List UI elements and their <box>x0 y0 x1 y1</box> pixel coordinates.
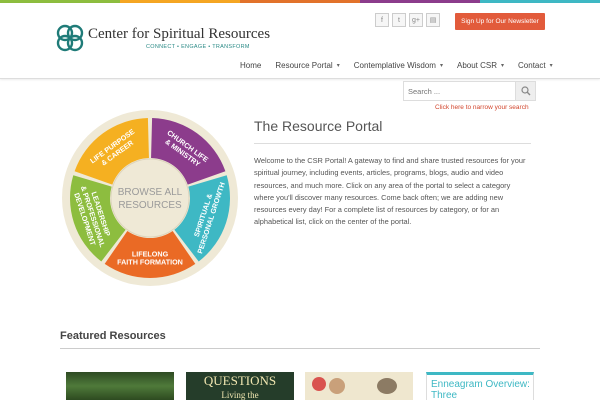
rss-icon[interactable]: ▤ <box>426 13 440 27</box>
chevron-down-icon: ▾ <box>501 63 505 69</box>
nav-item-contemplative-wisdom[interactable]: Contemplative Wisdom ▾ <box>354 61 443 70</box>
nav-item-label: Home <box>240 61 262 70</box>
chevron-down-icon: ▾ <box>439 63 443 69</box>
resource-wheel: LIFE PURPOSE& CAREER CHURCH LIFE& MINISTR… <box>62 110 238 286</box>
portal-intro-text: Welcome to the CSR Portal! A gateway to … <box>254 156 526 227</box>
featured-item-3-illustration <box>312 377 397 394</box>
facebook-icon[interactable]: f <box>375 13 389 27</box>
featured-item-2-title: QUESTIONS <box>203 373 277 388</box>
featured-item-4[interactable]: Enneagram Overview: Three <box>426 372 534 400</box>
search-button[interactable] <box>515 82 535 100</box>
nav-item-label: Contact <box>518 61 546 70</box>
google-plus-icon[interactable]: g+ <box>409 13 423 27</box>
site-logo[interactable]: Center for Spiritual Resources CONNECT •… <box>55 23 270 53</box>
search-input[interactable] <box>408 85 508 98</box>
nav-item-label: Resource Portal <box>275 61 333 70</box>
twitter-icon[interactable]: t <box>392 13 406 27</box>
chevron-down-icon: ▾ <box>336 63 340 69</box>
chevron-down-icon: ▾ <box>549 63 553 69</box>
nav-item-contact[interactable]: Contact ▾ <box>518 61 553 70</box>
search-box <box>403 81 536 101</box>
featured-item-2-subtitle: Living the <box>221 390 259 400</box>
nav-item-label: Contemplative Wisdom <box>353 61 436 70</box>
logo-name: Center for Spiritual Resources <box>88 26 271 42</box>
title-divider <box>254 143 531 144</box>
featured-divider <box>60 348 540 349</box>
nav-item-resource-portal[interactable]: Resource Portal ▾ <box>275 61 339 70</box>
featured-item-4-title: Enneagram Overview: Three <box>431 379 530 400</box>
featured-item-1[interactable] <box>66 372 174 400</box>
logo-tagline: CONNECT • ENGAGE • TRANSFORM <box>146 44 250 50</box>
nav-item-home[interactable]: Home <box>240 61 261 70</box>
narrow-search-link[interactable]: Click here to narrow your search <box>435 104 529 111</box>
nav-item-about-csr[interactable]: About CSR ▾ <box>457 61 504 70</box>
site-header: Center for Spiritual Resources CONNECT •… <box>0 3 600 79</box>
social-links: f t g+ ▤ <box>375 13 440 27</box>
featured-item-2[interactable]: QUESTIONS Living the <box>186 372 294 400</box>
page-title: The Resource Portal <box>254 118 383 134</box>
wheel-center <box>110 158 190 238</box>
search-icon <box>520 86 530 96</box>
logo-knot-icon <box>56 24 84 52</box>
main-nav: Home Resource Portal ▾ Contemplative Wisdom… <box>240 61 567 70</box>
featured-item-3[interactable] <box>305 372 413 400</box>
newsletter-signup-button[interactable]: Sign Up for Our Newsletter <box>455 13 545 30</box>
nav-item-label: About CSR <box>456 61 498 70</box>
featured-heading: Featured Resources <box>60 330 166 342</box>
browse-all-resources-button[interactable]: BROWSE ALL RESOURCES <box>110 158 190 238</box>
